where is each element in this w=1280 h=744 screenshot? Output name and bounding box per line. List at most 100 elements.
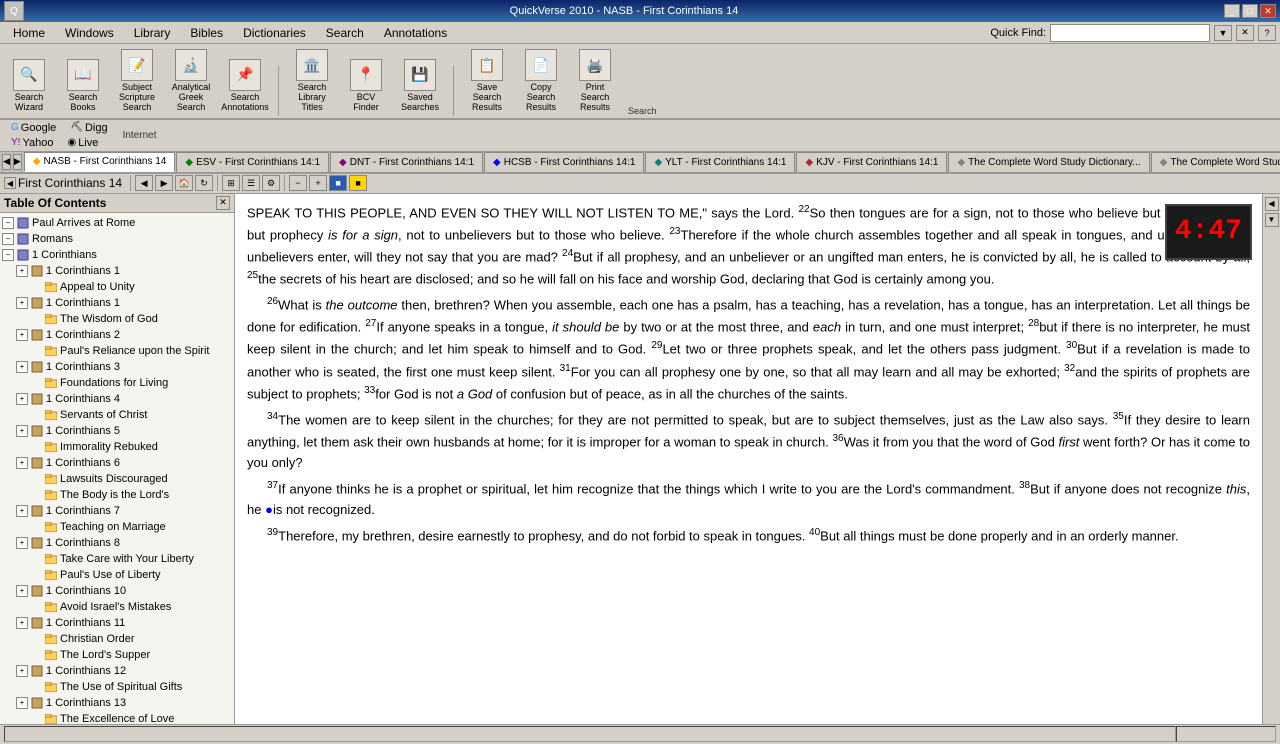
digg-button[interactable]: ⛏ Digg (67, 121, 110, 135)
color-button[interactable]: ■ (329, 175, 347, 191)
quick-find-search-button[interactable]: ▼ (1214, 25, 1232, 41)
menu-windows[interactable]: Windows (56, 23, 123, 43)
tree-expand-20[interactable]: + (16, 537, 28, 549)
toc-item-11[interactable]: +1 Corinthians 4 (2, 391, 232, 407)
toc-item-20[interactable]: +1 Corinthians 8 (2, 535, 232, 551)
layout-button[interactable]: ⊞ (222, 175, 240, 191)
toc-item-12[interactable]: Servants of Christ (2, 407, 232, 423)
nav-home-button[interactable]: 🏠 (175, 175, 193, 191)
tab-dnt-1cor14[interactable]: ◆ DNT - First Corinthians 14:1 (330, 152, 483, 172)
toc-item-21[interactable]: Take Care with Your Liberty (2, 551, 232, 567)
tab-cwsd2[interactable]: ◆ The Complete Word Study Dictionary... (1151, 152, 1280, 172)
bible-panel[interactable]: 4:47 SPEAK TO THIS PEOPLE, AND EVEN SO T… (235, 194, 1262, 724)
subject-scripture-button[interactable]: 📝 Subject Scripture Search (112, 46, 162, 116)
tree-expand-30[interactable]: + (16, 697, 28, 709)
toc-item-14[interactable]: Immorality Rebuked (2, 439, 232, 455)
maximize-button[interactable]: □ (1242, 4, 1258, 18)
toc-item-8[interactable]: Paul's Reliance upon the Spirit (2, 343, 232, 359)
nav-refresh-button[interactable]: ↻ (195, 175, 213, 191)
tab-ylt-1cor14[interactable]: ◆ YLT - First Corinthians 14:1 (645, 152, 795, 172)
toc-item-26[interactable]: Christian Order (2, 631, 232, 647)
tree-expand-11[interactable]: + (16, 393, 28, 405)
toc-item-30[interactable]: +1 Corinthians 13 (2, 695, 232, 711)
tab-hcsb-1cor14[interactable]: ◆ HCSB - First Corinthians 14:1 (484, 152, 644, 172)
toc-item-15[interactable]: +1 Corinthians 6 (2, 455, 232, 471)
toc-item-5[interactable]: +1 Corinthians 1 (2, 295, 232, 311)
toc-item-13[interactable]: +1 Corinthians 5 (2, 423, 232, 439)
toc-toggle-button[interactable]: ◀ (4, 177, 16, 189)
toc-item-0[interactable]: −Paul Arrives at Rome (2, 215, 232, 231)
copy-search-results-button[interactable]: 📄 Copy Search Results (516, 46, 566, 116)
tree-expand-3[interactable]: + (16, 265, 28, 277)
tree-expand-1[interactable]: − (2, 233, 14, 245)
bcv-finder-button[interactable]: 📍 BCV Finder (341, 56, 391, 116)
nav-forward-button[interactable]: ▶ (155, 175, 173, 191)
side-btn-2[interactable]: ▼ (1265, 213, 1279, 227)
menu-bibles[interactable]: Bibles (181, 23, 232, 43)
menu-library[interactable]: Library (125, 23, 180, 43)
minimize-button[interactable]: _ (1224, 4, 1240, 18)
live-button[interactable]: ◉ Live (64, 136, 101, 150)
menu-home[interactable]: Home (4, 23, 54, 43)
search-library-button[interactable]: 🏛️ Search Library Titles (287, 46, 337, 116)
tab-nav-right[interactable]: ▶ (13, 154, 22, 170)
toc-item-4[interactable]: Appeal to Unity (2, 279, 232, 295)
toc-item-19[interactable]: Teaching on Marriage (2, 519, 232, 535)
toc-item-1[interactable]: −Romans (2, 231, 232, 247)
toc-item-23[interactable]: +1 Corinthians 10 (2, 583, 232, 599)
tab-nasb-1cor14[interactable]: ◆ NASB - First Corinthians 14 (24, 152, 176, 172)
toc-item-29[interactable]: The Use of Spiritual Gifts (2, 679, 232, 695)
toc-item-27[interactable]: The Lord's Supper (2, 647, 232, 663)
yahoo-button[interactable]: Y! Yahoo (8, 136, 56, 150)
toc-item-6[interactable]: The Wisdom of God (2, 311, 232, 327)
search-wizard-button[interactable]: 🔍 Search Wizard (4, 56, 54, 116)
view-button[interactable]: ☰ (242, 175, 260, 191)
toc-item-3[interactable]: +1 Corinthians 1 (2, 263, 232, 279)
tab-kjv-1cor14[interactable]: ◆ KJV - First Corinthians 14:1 (796, 152, 947, 172)
tree-expand-23[interactable]: + (16, 585, 28, 597)
tree-expand-25[interactable]: + (16, 617, 28, 629)
tab-cwsd1[interactable]: ◆ The Complete Word Study Dictionary... (948, 152, 1149, 172)
toc-item-22[interactable]: Paul's Use of Liberty (2, 567, 232, 583)
tree-expand-2[interactable]: − (2, 249, 14, 261)
menu-annotations[interactable]: Annotations (375, 23, 456, 43)
toc-item-25[interactable]: +1 Corinthians 11 (2, 615, 232, 631)
close-button[interactable]: ✕ (1260, 4, 1276, 18)
save-search-results-button[interactable]: 📋 Save Search Results (462, 46, 512, 116)
nav-back-button[interactable]: ◀ (135, 175, 153, 191)
tree-expand-18[interactable]: + (16, 505, 28, 517)
analytical-greek-button[interactable]: 🔬 Analytical Greek Search (166, 46, 216, 116)
google-button[interactable]: G Google (8, 121, 59, 135)
toc-item-2[interactable]: −1 Corinthians (2, 247, 232, 263)
zoom-out-button[interactable]: − (289, 175, 307, 191)
zoom-in-button[interactable]: + (309, 175, 327, 191)
tree-expand-7[interactable]: + (16, 329, 28, 341)
highlight-button[interactable]: ■ (349, 175, 367, 191)
toc-item-31[interactable]: The Excellence of Love (2, 711, 232, 724)
quick-find-help-button[interactable]: ? (1258, 25, 1276, 41)
tree-expand-28[interactable]: + (16, 665, 28, 677)
quick-find-clear-button[interactable]: ✕ (1236, 25, 1254, 41)
saved-searches-button[interactable]: 💾 Saved Searches (395, 56, 445, 116)
print-search-results-button[interactable]: 🖨️ Print Search Results (570, 46, 620, 116)
title-bar-controls[interactable]: _ □ ✕ (1224, 4, 1276, 18)
settings-button[interactable]: ⚙ (262, 175, 280, 191)
toc-item-9[interactable]: +1 Corinthians 3 (2, 359, 232, 375)
side-btn-1[interactable]: ◀ (1265, 197, 1279, 211)
toc-item-24[interactable]: Avoid Israel's Mistakes (2, 599, 232, 615)
tree-expand-5[interactable]: + (16, 297, 28, 309)
tab-esv-1cor14[interactable]: ◆ ESV - First Corinthians 14:1 (176, 152, 329, 172)
toc-item-18[interactable]: +1 Corinthians 7 (2, 503, 232, 519)
tree-expand-9[interactable]: + (16, 361, 28, 373)
toc-item-10[interactable]: Foundations for Living (2, 375, 232, 391)
tree-expand-13[interactable]: + (16, 425, 28, 437)
search-annotations-button[interactable]: 📌 Search Annotations (220, 56, 270, 116)
tree-expand-15[interactable]: + (16, 457, 28, 469)
toc-item-17[interactable]: The Body is the Lord's (2, 487, 232, 503)
toc-close-button[interactable]: ✕ (216, 196, 230, 210)
menu-dictionaries[interactable]: Dictionaries (234, 23, 315, 43)
toc-item-16[interactable]: Lawsuits Discouraged (2, 471, 232, 487)
menu-search[interactable]: Search (317, 23, 373, 43)
toc-item-7[interactable]: +1 Corinthians 2 (2, 327, 232, 343)
tab-nav-left[interactable]: ◀ (2, 154, 11, 170)
